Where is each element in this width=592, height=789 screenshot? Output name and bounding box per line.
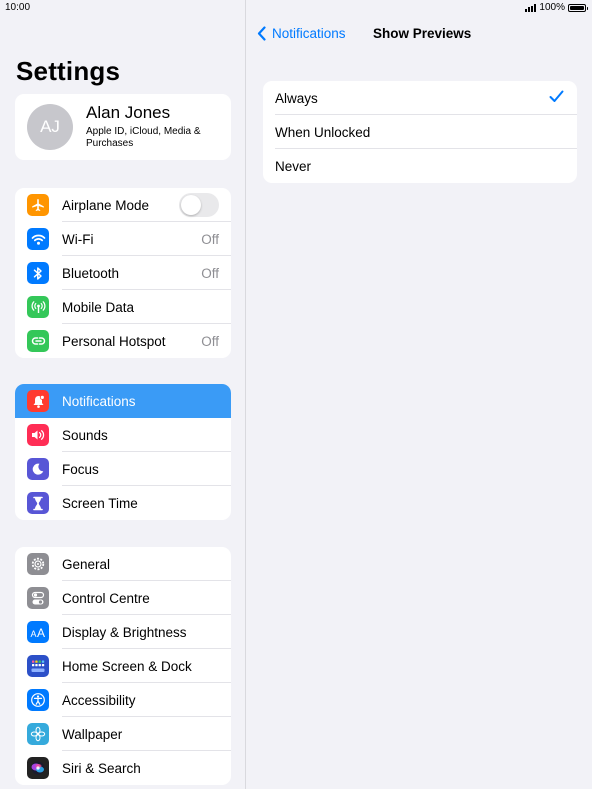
sidebar-item-bluetooth[interactable]: Bluetooth Off <box>15 256 231 290</box>
sidebar-item-label: Sounds <box>62 427 108 443</box>
wifi-icon <box>27 228 49 250</box>
battery-percent: 100% <box>539 2 565 13</box>
sidebar-item-personal-hotspot[interactable]: Personal Hotspot Off <box>15 324 231 358</box>
sidebar-item-label: Siri & Search <box>62 760 141 776</box>
sidebar-item-label: Screen Time <box>62 495 138 511</box>
sidebar-item-label: Bluetooth <box>62 265 120 281</box>
sidebar-item-label: Accessibility <box>62 692 136 708</box>
general-group: General Control Centre A A Display & Brightn… <box>15 547 231 785</box>
sidebar-item-label: Mobile Data <box>62 299 135 315</box>
profile-name: Alan Jones <box>86 103 171 122</box>
sidebar-item-general[interactable]: General <box>15 547 231 581</box>
antenna-icon <box>27 296 49 318</box>
page-title: Settings <box>16 56 121 86</box>
settings-sidebar: Settings AJ Alan Jones Apple ID, iCloud,… <box>0 0 246 789</box>
app-grid-icon <box>27 655 49 677</box>
accessibility-icon <box>27 689 49 711</box>
moon-icon <box>27 458 49 480</box>
sidebar-item-label: Wi-Fi <box>62 231 94 247</box>
sidebar-item-label: Personal Hotspot <box>62 333 166 349</box>
option-label: Always <box>275 90 318 106</box>
svg-text:A: A <box>37 626 45 639</box>
option-never[interactable]: Never <box>263 149 577 183</box>
notifications-group: Notifications Sounds Focus Screen Time <box>15 384 231 520</box>
hotspot-icon <box>27 330 49 352</box>
sidebar-item-value: Off <box>201 231 219 247</box>
sidebar-item-accessibility[interactable]: Accessibility <box>15 683 231 717</box>
option-label: Never <box>275 158 312 174</box>
chevron-left-icon <box>257 26 266 41</box>
siri-icon <box>27 757 49 779</box>
airplane-icon <box>27 194 49 216</box>
sidebar-item-label: Notifications <box>62 393 136 409</box>
sidebar-item-mobile-data[interactable]: Mobile Data <box>15 290 231 324</box>
hourglass-icon <box>27 492 49 514</box>
option-when-unlocked[interactable]: When Unlocked <box>263 115 577 149</box>
gear-icon <box>27 553 49 575</box>
back-button-label: Notifications <box>272 26 346 41</box>
sidebar-item-label: Airplane Mode <box>62 197 150 213</box>
sidebar-item-airplane-mode[interactable]: Airplane Mode <box>15 188 231 222</box>
sidebar-item-label: Wallpaper <box>62 726 123 742</box>
sidebar-item-wallpaper[interactable]: Wallpaper <box>15 717 231 751</box>
sidebar-item-label: Display & Brightness <box>62 624 187 640</box>
sidebar-item-label: Home Screen & Dock <box>62 658 192 674</box>
checkmark-icon <box>549 90 564 106</box>
sidebar-item-display-and-brightness[interactable]: A A Display & Brightness <box>15 615 231 649</box>
sidebar-item-label: Control Centre <box>62 590 150 606</box>
notification-bell-icon <box>27 390 49 412</box>
signal-icon <box>525 3 537 12</box>
sidebar-item-label: General <box>62 556 111 572</box>
option-label: When Unlocked <box>275 124 371 140</box>
sidebar-item-wi-fi[interactable]: Wi-Fi Off <box>15 222 231 256</box>
sidebar-item-label: Focus <box>62 461 99 477</box>
sidebar-item-value: Off <box>201 333 219 349</box>
flower-icon <box>27 723 49 745</box>
sidebar-item-notifications[interactable]: Notifications <box>15 384 231 418</box>
switches-icon <box>27 587 49 609</box>
airplane-mode-toggle[interactable] <box>179 193 219 217</box>
sidebar-item-screen-time[interactable]: Screen Time <box>15 486 231 520</box>
sidebar-item-siri-and-search[interactable]: Siri & Search <box>15 751 231 785</box>
sidebar-item-home-screen-and-dock[interactable]: Home Screen & Dock <box>15 649 231 683</box>
detail-nav-bar: Notifications Show Previews <box>247 18 592 52</box>
speaker-icon <box>27 424 49 446</box>
text-size-icon: AA <box>27 621 49 643</box>
sidebar-item-value: Off <box>201 265 219 281</box>
connectivity-group: Airplane Mode Wi-Fi Off Bluetooth Off Mobile … <box>15 188 231 358</box>
status-indicators: 100% <box>525 2 588 13</box>
battery-icon <box>568 3 588 12</box>
sidebar-item-control-centre[interactable]: Control Centre <box>15 581 231 615</box>
profile-subtitle: Apple ID, iCloud, Media & Purchases <box>86 126 201 149</box>
detail-title: Show Previews <box>373 26 472 41</box>
avatar: AJ <box>27 104 73 150</box>
bluetooth-icon <box>27 262 49 284</box>
back-button[interactable]: Notifications <box>257 26 346 41</box>
toggle-knob <box>181 195 201 215</box>
option-always[interactable]: Always <box>263 81 577 115</box>
sidebar-item-sounds[interactable]: Sounds <box>15 418 231 452</box>
svg-text:A: A <box>31 629 37 639</box>
show-previews-options: Always When Unlocked Never <box>263 81 577 183</box>
apple-id-profile-card[interactable]: AJ Alan Jones Apple ID, iCloud, Media & … <box>15 94 231 160</box>
sidebar-item-focus[interactable]: Focus <box>15 452 231 486</box>
